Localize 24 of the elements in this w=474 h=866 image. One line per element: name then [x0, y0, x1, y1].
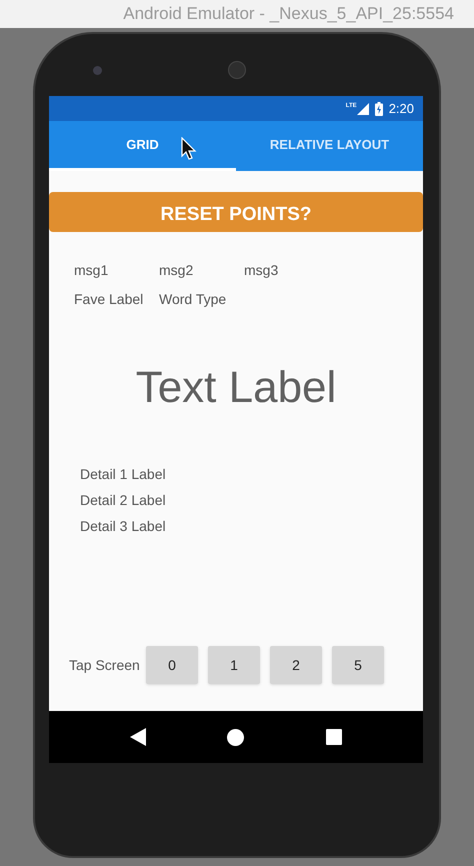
battery-icon — [374, 102, 383, 116]
camera-icon — [93, 66, 102, 74]
tap-screen-label: Tap Screen — [69, 656, 141, 675]
number-button[interactable]: 5 — [332, 646, 384, 684]
signal-icon — [356, 102, 369, 114]
detail-label: Detail 2 Label — [80, 491, 167, 510]
recents-icon[interactable] — [326, 729, 342, 745]
back-icon[interactable] — [130, 728, 146, 746]
window-title: Android Emulator - _Nexus_5_API_25:5554 — [123, 3, 454, 26]
info-label: Word Type — [159, 290, 228, 309]
detail-label: Detail 3 Label — [80, 517, 167, 536]
detail-label: Detail 1 Label — [80, 465, 167, 484]
message-label: msg2 — [159, 261, 194, 280]
number-button[interactable]: 0 — [146, 646, 198, 684]
main-label: Text Label — [136, 362, 336, 414]
speaker-grille-icon — [228, 61, 246, 79]
mouse-pointer-icon — [181, 137, 197, 161]
number-button[interactable]: 2 — [270, 646, 322, 684]
message-label: msg1 — [74, 261, 110, 280]
info-label: Fave Label — [74, 290, 144, 309]
status-time: 2:20 — [388, 100, 414, 118]
home-icon[interactable] — [227, 728, 244, 746]
number-button[interactable]: 1 — [208, 646, 260, 684]
message-label: msg3 — [244, 261, 280, 280]
